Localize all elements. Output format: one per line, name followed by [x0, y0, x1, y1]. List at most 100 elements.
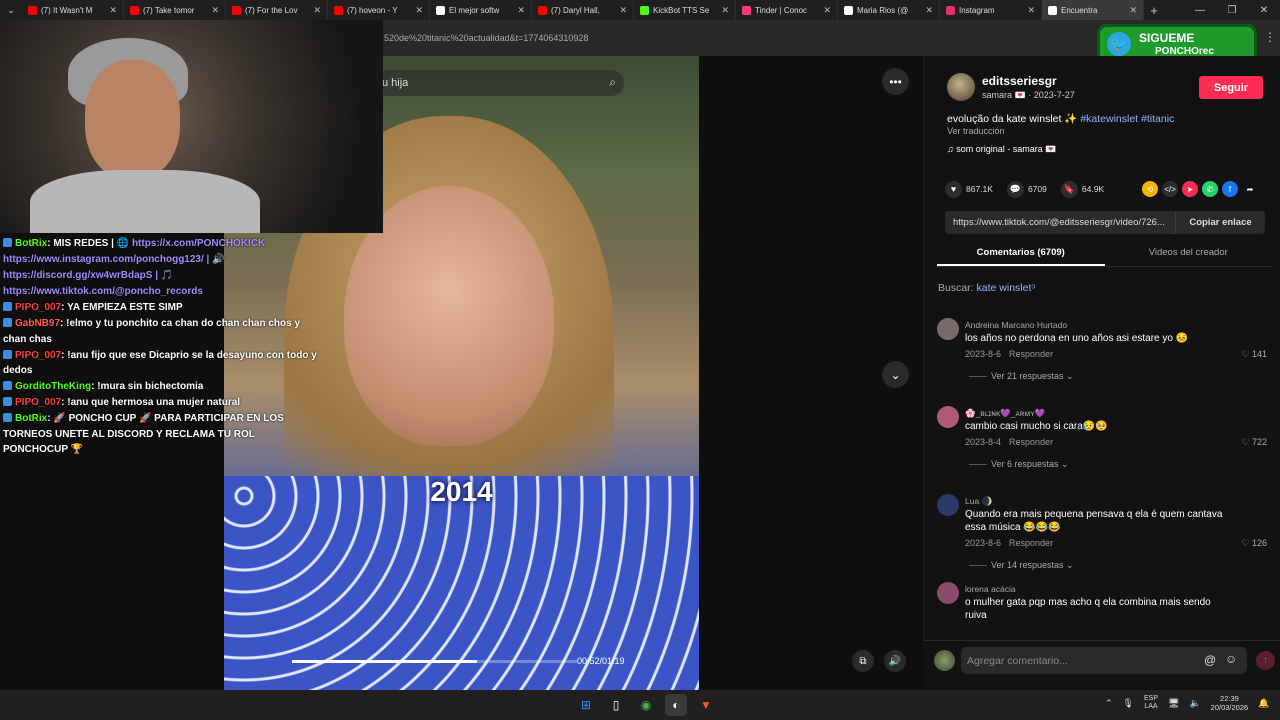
- creator-avatar[interactable]: [947, 73, 975, 101]
- emoji-icon[interactable]: ☺: [1225, 652, 1237, 666]
- repost-icon[interactable]: ⟲: [1142, 181, 1158, 197]
- file-explorer-icon[interactable]: ▯: [605, 694, 627, 716]
- embed-icon[interactable]: </>: [1162, 181, 1178, 197]
- notification-bell-icon[interactable]: 🔔: [1258, 698, 1269, 709]
- tab-close-icon[interactable]: ✕: [619, 5, 627, 16]
- tab-close-icon[interactable]: ✕: [1129, 5, 1137, 16]
- tab-close-icon[interactable]: ✕: [925, 5, 933, 16]
- comment-likes[interactable]: ♡ 722: [1241, 437, 1267, 448]
- url-text[interactable]: 520de%20titanic%20actualidad&t=177406431…: [384, 28, 1084, 48]
- chat-username[interactable]: PIPO_007: [15, 397, 61, 408]
- browser-tab[interactable]: Maria Rios (@ ✕: [838, 0, 940, 20]
- browser-tab[interactable]: (7) hoveon - Y ✕: [328, 0, 430, 20]
- commenter-name[interactable]: lorena acácia: [965, 584, 1016, 594]
- send-comment-icon[interactable]: ↑: [1256, 651, 1275, 670]
- chrome-icon[interactable]: ◉: [635, 694, 657, 716]
- tab-close-icon[interactable]: ✕: [517, 5, 525, 16]
- tab-creator-videos[interactable]: Videos del creador: [1105, 243, 1273, 266]
- chat-username[interactable]: GorditoTheKing: [15, 381, 91, 392]
- maximize-icon[interactable]: ❐: [1216, 0, 1248, 20]
- language-indicator[interactable]: ESP LAA: [1144, 695, 1158, 711]
- volume-icon[interactable]: 🔊: [884, 650, 906, 672]
- browser-tab[interactable]: Instagram ✕: [940, 0, 1042, 20]
- browser-tab[interactable]: El mejor softw ✕: [430, 0, 532, 20]
- commenter-avatar[interactable]: [937, 582, 959, 604]
- browser-tab[interactable]: (7) Daryl Hall, ✕: [532, 0, 634, 20]
- close-window-icon[interactable]: ✕: [1248, 0, 1280, 20]
- minimize-icon[interactable]: —: [1184, 0, 1216, 20]
- chat-link[interactable]: https://x.com/PONCHOKICK: [132, 238, 265, 249]
- commenter-name[interactable]: 🌸_ʙʟɪɴᴋ💜_ᴀʀᴍʏ💜: [965, 408, 1045, 419]
- tab-close-icon[interactable]: ✕: [721, 5, 729, 16]
- browser-menu-icon[interactable]: ⋮: [1264, 30, 1276, 44]
- chat-username[interactable]: PIPO_007: [15, 302, 61, 313]
- comment-likes[interactable]: ♡ 141: [1241, 349, 1267, 360]
- chat-username[interactable]: BotRix: [15, 238, 47, 249]
- view-replies-button[interactable]: Ver 21 respuestas ⌄: [969, 371, 1074, 382]
- browser-tab[interactable]: Encuentra ✕: [1042, 0, 1144, 20]
- browser-tab[interactable]: (7) It Wasn't M ✕: [22, 0, 124, 20]
- tray-chevron-up-icon[interactable]: ⌃: [1105, 698, 1113, 709]
- view-replies-button[interactable]: Ver 14 respuestas ⌄: [969, 560, 1074, 571]
- send-icon[interactable]: ➤: [1182, 181, 1198, 197]
- chat-link[interactable]: https://www.tiktok.com/@poncho_records: [3, 286, 203, 297]
- commenter-avatar[interactable]: [937, 318, 959, 340]
- commenter-name[interactable]: Lua 🌒: [965, 496, 992, 507]
- browser-tab[interactable]: Tinder | Conoc ✕: [736, 0, 838, 20]
- more-options-icon[interactable]: •••: [882, 68, 909, 95]
- share-arrow-icon[interactable]: ➦: [1242, 181, 1258, 197]
- network-icon[interactable]: 🖥: [1168, 698, 1179, 709]
- comment-icon[interactable]: 💬: [1006, 180, 1024, 198]
- facebook-icon[interactable]: f: [1222, 181, 1238, 197]
- commenter-avatar[interactable]: [937, 406, 959, 428]
- reply-button[interactable]: Responder: [1009, 437, 1053, 447]
- picture-in-picture-icon[interactable]: ⧉: [852, 650, 874, 672]
- chat-username[interactable]: GabNB97: [15, 318, 60, 329]
- search-icon[interactable]: ⌕: [609, 75, 616, 90]
- next-video-chevron-down-icon[interactable]: ⌄: [882, 361, 909, 388]
- chat-link[interactable]: https://www.instagram.com/ponchogg123/ |…: [3, 254, 225, 265]
- tab-search-icon[interactable]: ⌄: [0, 0, 22, 20]
- video-search-box[interactable]: u hija ⌕: [374, 70, 624, 96]
- chat-link[interactable]: https://discord.gg/xw4wrBdapS | 🎵: [3, 270, 173, 281]
- tab-close-icon[interactable]: ✕: [313, 5, 321, 16]
- search-query[interactable]: kate winslet: [977, 282, 1032, 294]
- caption-hashtags[interactable]: #katewinslet #titanic: [1080, 113, 1174, 125]
- new-tab-button[interactable]: +: [1144, 3, 1164, 18]
- video-link-text[interactable]: https://www.tiktok.com/@editsseriesgr/vi…: [953, 217, 1165, 228]
- browser-tab[interactable]: (7) Take tomor ✕: [124, 0, 226, 20]
- whatsapp-icon[interactable]: ✆: [1202, 181, 1218, 197]
- browser-tab[interactable]: (7) For the Lov ✕: [226, 0, 328, 20]
- chat-username[interactable]: PIPO_007: [15, 350, 61, 361]
- video-progress-bar[interactable]: [292, 660, 577, 663]
- commenter-avatar[interactable]: [937, 494, 959, 516]
- follow-button[interactable]: Seguir: [1199, 76, 1263, 99]
- heart-icon[interactable]: ♥: [945, 180, 962, 198]
- tab-close-icon[interactable]: ✕: [415, 5, 423, 16]
- speaker-icon[interactable]: 🔈: [1189, 698, 1200, 709]
- comment-likes[interactable]: ♡ 126: [1241, 538, 1267, 549]
- comment-search-suggestion[interactable]: Buscar: kate winsletᵓ: [938, 282, 1035, 294]
- tab-close-icon[interactable]: ✕: [109, 5, 117, 16]
- commenter-name[interactable]: Andreina Marcano Hurtado: [965, 320, 1067, 330]
- creator-username[interactable]: editsseriesgr: [982, 74, 1057, 88]
- bookmark-icon[interactable]: 🔖: [1060, 180, 1078, 198]
- clock[interactable]: 22:39 20/03/2026: [1211, 694, 1249, 712]
- reply-button[interactable]: Responder: [1009, 538, 1053, 548]
- chat-username[interactable]: BotRix: [15, 413, 47, 424]
- windows-start-icon[interactable]: ⊞: [575, 694, 597, 716]
- reply-button[interactable]: Responder: [1009, 349, 1053, 359]
- see-translation-link[interactable]: Ver traducción: [947, 126, 1005, 136]
- tab-close-icon[interactable]: ✕: [1027, 5, 1035, 16]
- sound-link[interactable]: ♫ som original - samara 💌: [947, 144, 1057, 155]
- steam-icon[interactable]: ◐: [665, 694, 687, 716]
- view-replies-button[interactable]: Ver 6 respuestas ⌄: [969, 459, 1069, 470]
- mention-icon[interactable]: @: [1204, 653, 1216, 667]
- copy-link-button[interactable]: Copiar enlace: [1175, 211, 1265, 234]
- tab-close-icon[interactable]: ✕: [823, 5, 831, 16]
- brave-icon[interactable]: ▼: [695, 694, 717, 716]
- browser-tab[interactable]: KickBot TTS Se ✕: [634, 0, 736, 20]
- microphone-icon[interactable]: 🎙: [1123, 698, 1134, 709]
- tab-close-icon[interactable]: ✕: [211, 5, 219, 16]
- tab-comments[interactable]: Comentarios (6709): [937, 243, 1105, 266]
